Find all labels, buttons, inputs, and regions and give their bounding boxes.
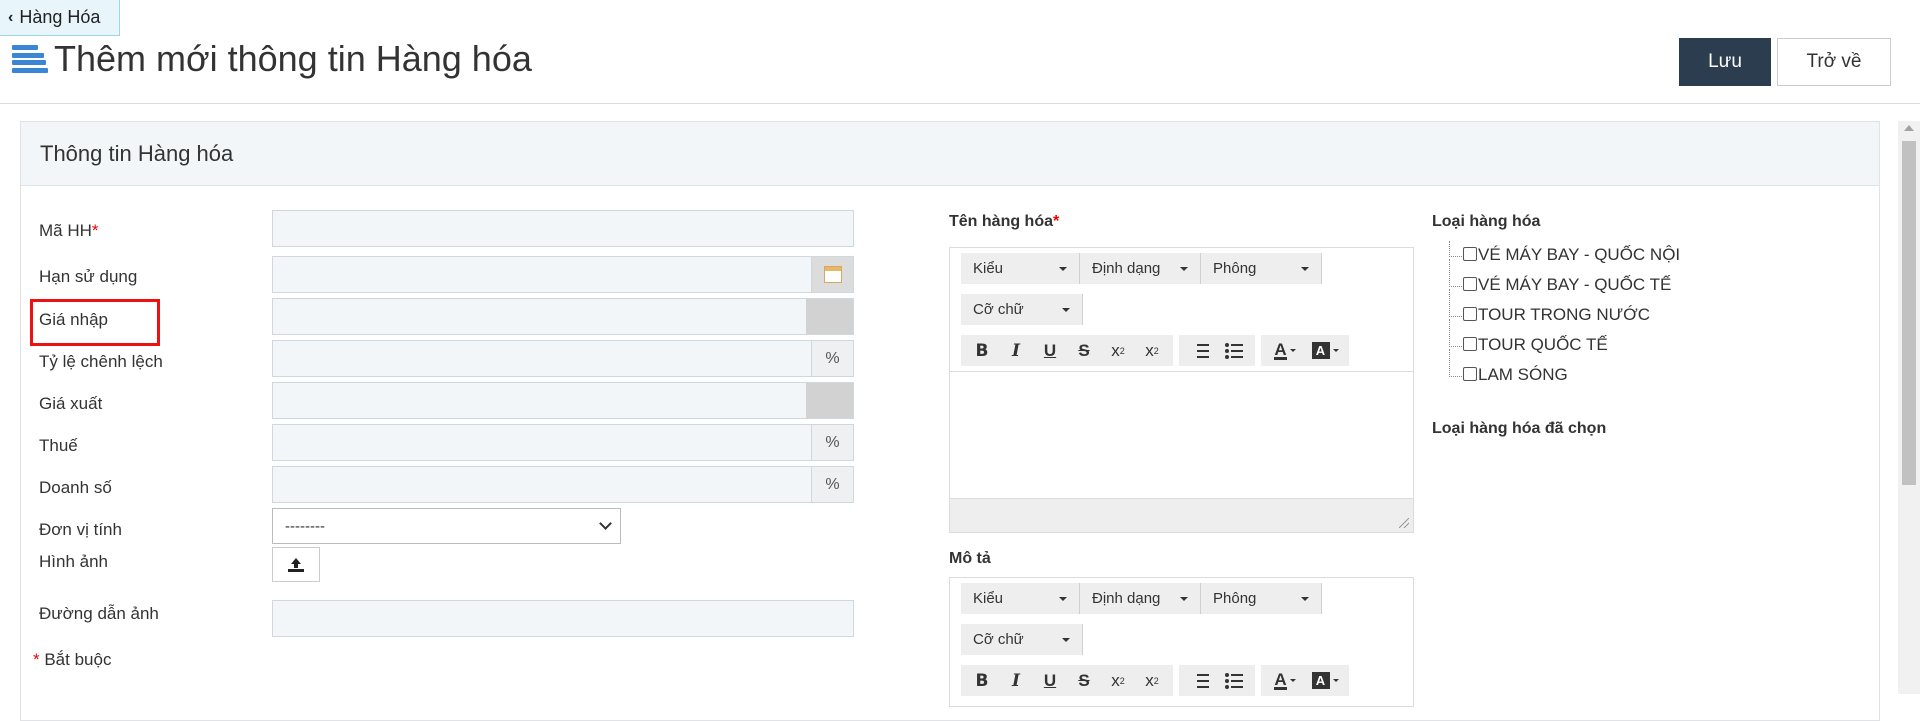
selected-categories-label: Loại hàng hóa đã chọn — [1432, 420, 1607, 437]
text-color-button[interactable]: A — [1265, 665, 1305, 696]
bold-button[interactable]: B — [965, 665, 999, 696]
italic-button[interactable]: I — [999, 335, 1033, 366]
gia-xuat-label: Giá xuất — [39, 394, 103, 413]
font-dropdown[interactable]: Phông — [1201, 253, 1322, 284]
percent-addon: % — [811, 341, 853, 376]
ten-hang-hoa-label: Tên hàng hóa* — [949, 213, 1060, 230]
category-item[interactable]: TOUR QUỐC TẾ — [1449, 319, 1680, 365]
gia-nhap-highlight-box — [30, 299, 160, 346]
unordered-list-icon — [1225, 672, 1243, 689]
save-button[interactable]: Lưu — [1679, 38, 1771, 86]
checkbox[interactable] — [1463, 277, 1477, 291]
upload-icon — [288, 557, 304, 572]
panel-title: Thông tin Hàng hóa — [21, 122, 1879, 186]
format-dropdown[interactable]: Định dạng — [1080, 583, 1201, 614]
superscript-button[interactable]: x2 — [1135, 665, 1169, 696]
ty-le-chenh-lech-label: Tỷ lệ chênh lệch — [39, 352, 163, 371]
duong-dan-anh-input[interactable] — [272, 600, 854, 637]
doanh-so-input[interactable]: % — [272, 466, 854, 503]
gia-nhap-input[interactable] — [272, 298, 854, 335]
gia-xuat-input[interactable] — [272, 382, 854, 419]
checkbox[interactable] — [1463, 247, 1477, 261]
gia-xuat-addon — [806, 383, 853, 418]
mo-ta-editor[interactable]: Kiểu Định dạng Phông Cỡ chữ B I U S x2 x… — [949, 577, 1414, 707]
ordered-list-icon — [1191, 673, 1209, 688]
chevron-down-icon — [599, 517, 612, 530]
doanh-so-label: Doanh số — [39, 478, 112, 497]
don-vi-tinh-label: Đơn vị tính — [39, 520, 122, 539]
underline-button[interactable]: U — [1033, 335, 1067, 366]
unordered-list-icon — [1225, 342, 1243, 359]
subscript-button[interactable]: x2 — [1101, 335, 1135, 366]
loai-hang-hoa-label: Loại hàng hóa — [1432, 213, 1541, 230]
calendar-button[interactable] — [811, 257, 853, 292]
page-header: Thêm mới thông tin Hàng hóa — [12, 38, 532, 80]
don-vi-tinh-selected: -------- — [285, 517, 325, 535]
ten-hang-hoa-text-area[interactable] — [950, 371, 1413, 498]
chevron-left-icon: ‹ — [8, 8, 14, 26]
ten-hang-hoa-editor[interactable]: Kiểu Định dạng Phông Cỡ chữ B I U S x2 x… — [949, 247, 1414, 533]
subscript-button[interactable]: x2 — [1101, 665, 1135, 696]
header-divider — [0, 103, 1920, 104]
required-note: * Bắt buộc — [33, 650, 112, 669]
bg-color-button[interactable]: A — [1305, 335, 1345, 366]
font-size-dropdown[interactable]: Cỡ chữ — [961, 624, 1083, 655]
font-size-dropdown[interactable]: Cỡ chữ — [961, 294, 1083, 325]
percent-addon: % — [811, 467, 853, 502]
hinh-anh-label: Hình ảnh — [39, 552, 108, 571]
text-color-button[interactable]: A — [1265, 335, 1305, 366]
strikethrough-button[interactable]: S — [1067, 335, 1101, 366]
page-scrollbar[interactable] — [1898, 121, 1920, 694]
upload-image-button[interactable] — [272, 547, 320, 582]
thue-input[interactable]: % — [272, 424, 854, 461]
scrollbar-thumb[interactable] — [1902, 141, 1916, 485]
return-button[interactable]: Trở về — [1777, 38, 1891, 86]
category-item[interactable]: VÉ MÁY BAY - QUỐC TẾ — [1449, 259, 1680, 305]
calendar-icon — [823, 266, 842, 283]
han-su-dung-label: Hạn sử dụng — [39, 267, 138, 286]
format-dropdown[interactable]: Định dạng — [1080, 253, 1201, 284]
han-su-dung-input[interactable] — [272, 256, 854, 293]
editor-status-bar — [950, 498, 1413, 532]
checkbox[interactable] — [1463, 307, 1477, 321]
mo-ta-label: Mô tả — [949, 550, 991, 567]
back-to-hang-hoa-button[interactable]: ‹ Hàng Hóa — [0, 0, 120, 36]
list-icon — [12, 45, 48, 73]
category-item[interactable]: TOUR TRONG NƯỚC — [1449, 289, 1680, 335]
checkbox[interactable] — [1463, 337, 1477, 351]
category-item[interactable]: VÉ MÁY BAY - QUỐC NỘI — [1449, 241, 1680, 275]
page-title: Thêm mới thông tin Hàng hóa — [54, 38, 532, 79]
strikethrough-button[interactable]: S — [1067, 665, 1101, 696]
italic-button[interactable]: I — [999, 665, 1033, 696]
style-dropdown[interactable]: Kiểu — [961, 583, 1080, 614]
ordered-list-button[interactable] — [1183, 335, 1217, 366]
percent-addon: % — [811, 425, 853, 460]
back-button-label: Hàng Hóa — [19, 7, 101, 27]
ordered-list-icon — [1191, 343, 1209, 358]
style-dropdown[interactable]: Kiểu — [961, 253, 1080, 284]
don-vi-tinh-select[interactable]: -------- — [272, 508, 621, 544]
bold-button[interactable]: B — [965, 335, 999, 366]
checkbox[interactable] — [1463, 367, 1477, 381]
category-item[interactable]: LAM SÓNG — [1449, 349, 1680, 395]
category-tree: VÉ MÁY BAY - QUỐC NỘI VÉ MÁY BAY - QUỐC … — [1449, 241, 1680, 395]
unordered-list-button[interactable] — [1217, 335, 1251, 366]
bg-color-button[interactable]: A — [1305, 665, 1345, 696]
font-dropdown[interactable]: Phông — [1201, 583, 1322, 614]
thue-label: Thuế — [39, 436, 78, 455]
superscript-button[interactable]: x2 — [1135, 335, 1169, 366]
ty-le-chenh-lech-input[interactable]: % — [272, 340, 854, 377]
duong-dan-anh-label: Đường dẫn ảnh — [39, 604, 159, 623]
gia-nhap-addon — [806, 299, 853, 334]
ordered-list-button[interactable] — [1183, 665, 1217, 696]
scroll-up-icon[interactable] — [1904, 125, 1914, 131]
ma-hh-input[interactable] — [272, 210, 854, 247]
resize-grip-icon[interactable] — [1399, 518, 1409, 528]
underline-button[interactable]: U — [1033, 665, 1067, 696]
unordered-list-button[interactable] — [1217, 665, 1251, 696]
ma-hh-label: Mã HH* — [39, 221, 99, 240]
